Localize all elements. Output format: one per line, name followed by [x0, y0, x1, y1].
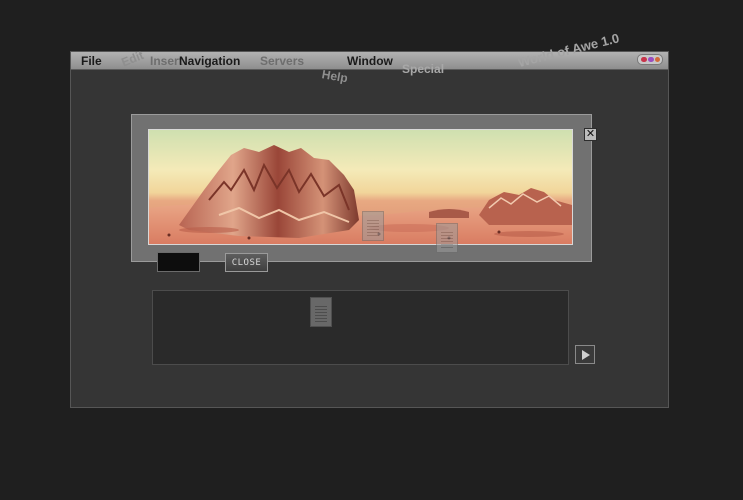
close-button[interactable]: CLOSE [225, 253, 268, 272]
logo-badge-icon [637, 54, 663, 65]
menu-file[interactable]: File [81, 54, 102, 68]
panorama-view[interactable] [148, 129, 573, 245]
mars-landscape-image [149, 145, 572, 244]
url-input[interactable] [157, 252, 200, 272]
menu-navigation[interactable]: Navigation [179, 54, 240, 68]
chat-panel[interactable] [152, 290, 569, 365]
document-icon[interactable] [310, 297, 332, 327]
menu-servers[interactable]: Servers [260, 54, 304, 68]
document-icon[interactable] [436, 223, 458, 253]
document-icon[interactable] [362, 211, 384, 241]
play-button[interactable] [575, 345, 595, 364]
menu-insert[interactable]: Insert [150, 54, 183, 68]
viewer-close-icon[interactable]: ✕ [584, 128, 597, 141]
menu-special[interactable]: Special [402, 62, 444, 76]
menu-window[interactable]: Window [347, 54, 393, 68]
